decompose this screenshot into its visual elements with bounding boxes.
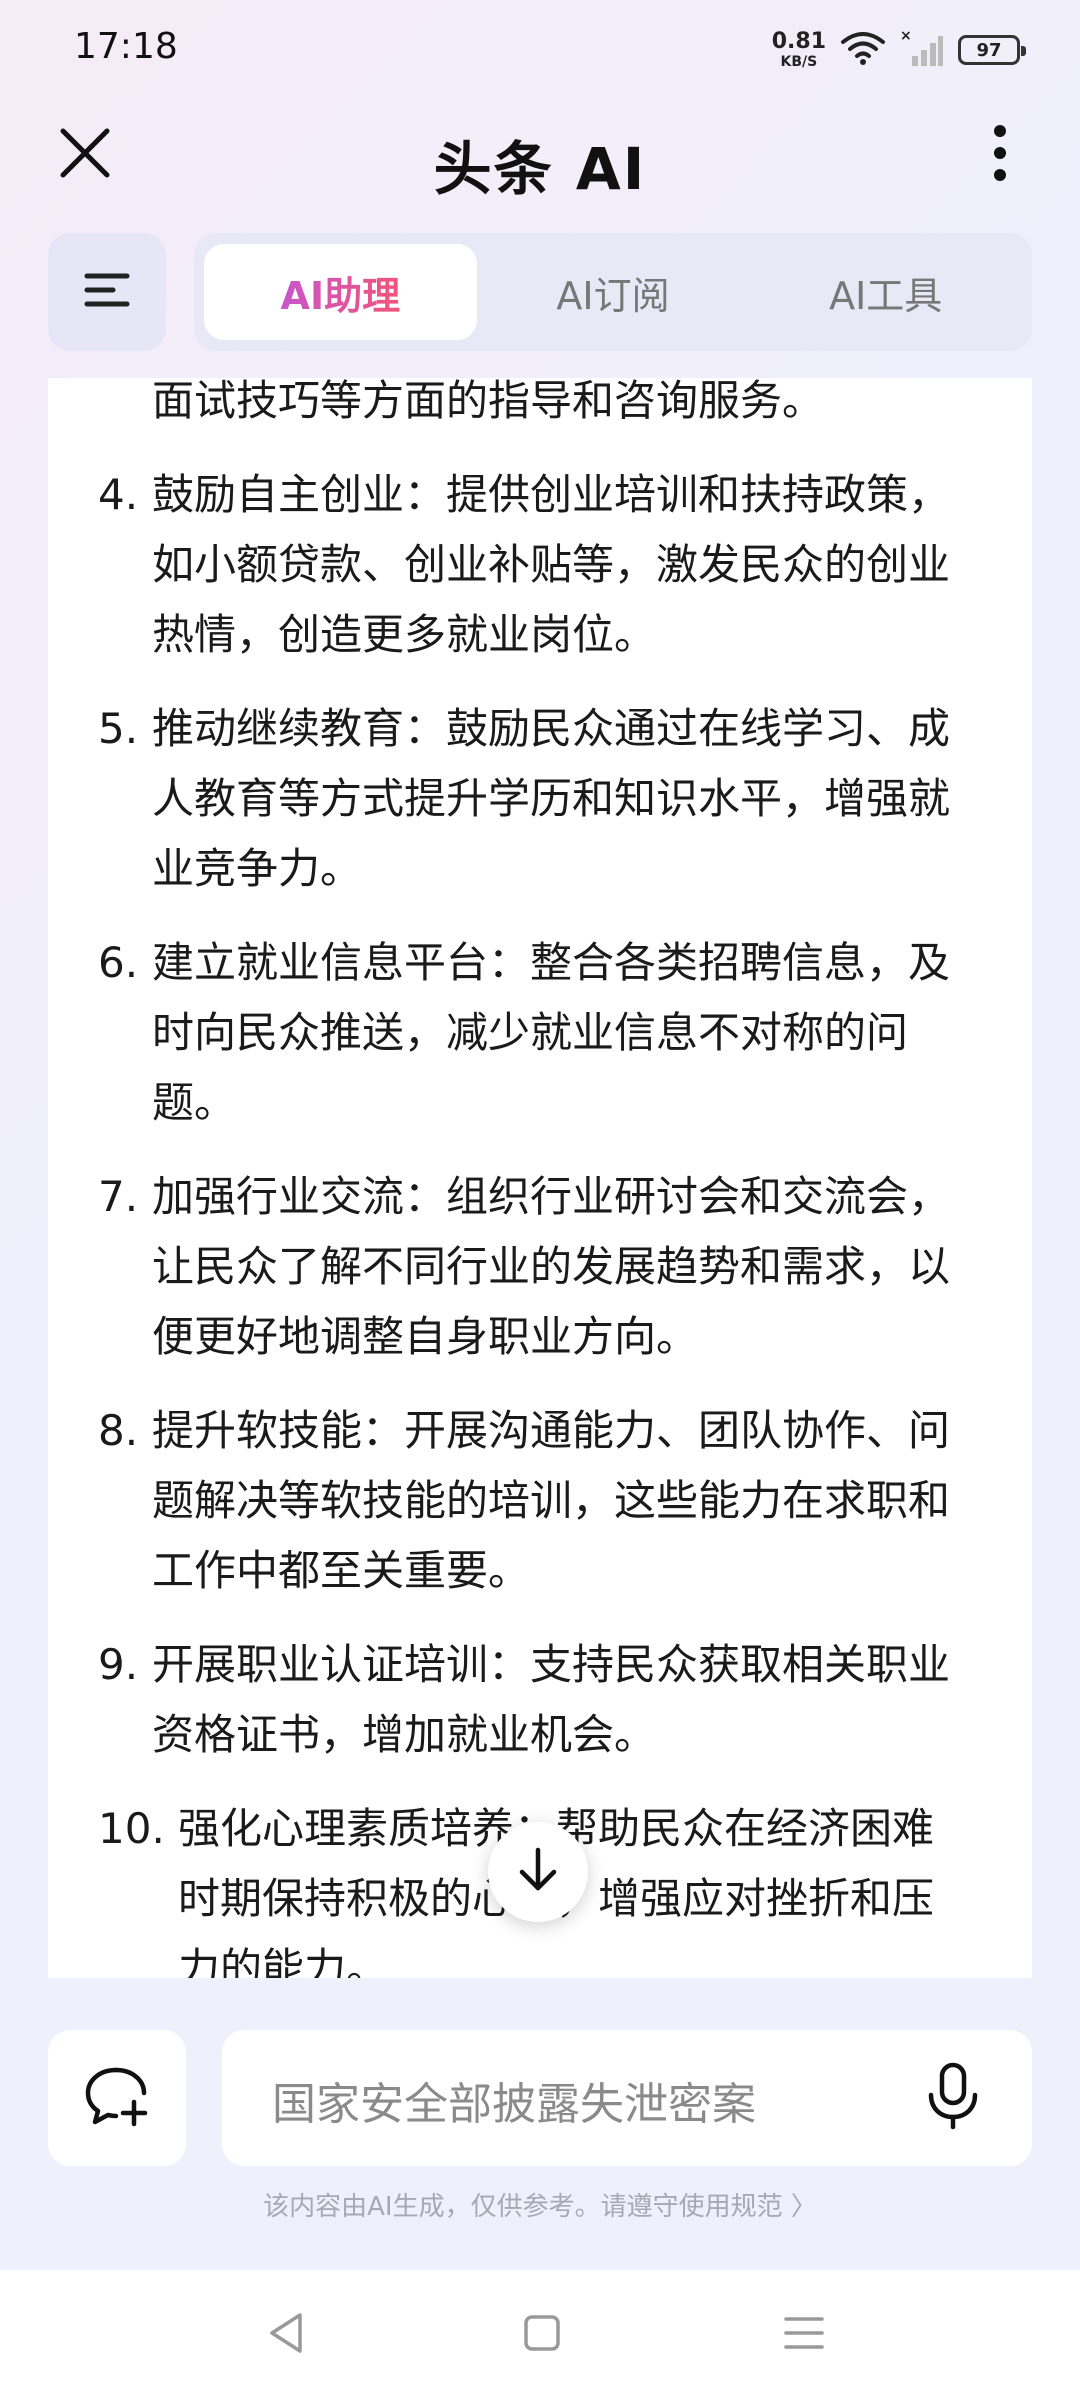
list-item: 6. 建立就业信息平台：整合各类招聘信息，及时向民众推送，减少就业信息不对称的问…	[48, 928, 1032, 1138]
list-number: 6.	[98, 938, 139, 987]
nav-back-button[interactable]	[256, 2310, 316, 2360]
tab-ai-assistant[interactable]: AI助理	[204, 244, 477, 340]
more-vertical-icon	[992, 123, 1008, 187]
list-number: 5.	[98, 704, 139, 753]
list-text: 推动继续教育：鼓励民众通过在线学习、成人教育等方式提升学历和知识水平，增强就业竞…	[152, 704, 951, 893]
status-time: 17:18	[74, 26, 178, 67]
wifi-icon	[840, 30, 886, 70]
header: 头条 AI	[0, 100, 1080, 210]
list-text: 提升软技能：开展沟通能力、团队协作、问题解决等软技能的培训，这些能力在求职和工作…	[152, 1406, 951, 1595]
list-item: 5. 推动继续教育：鼓励民众通过在线学习、成人教育等方式提升学历和知识水平，增强…	[48, 694, 1032, 904]
status-indicators: 0.81 KB/S × 97	[771, 26, 1026, 74]
new-chat-icon	[82, 2064, 152, 2132]
list-item: 7. 加强行业交流：组织行业研讨会和交流会，让民众了解不同行业的发展趋势和需求，…	[48, 1162, 1032, 1372]
tab-label: AI助理	[281, 265, 401, 320]
new-chat-button[interactable]	[48, 2030, 186, 2166]
list-item: 8. 提升软技能：开展沟通能力、团队协作、问题解决等软技能的培训，这些能力在求职…	[48, 1396, 1032, 1606]
voice-input-button[interactable]	[918, 2058, 988, 2138]
battery-icon: 97	[958, 35, 1026, 65]
list-text: 加强行业交流：组织行业研讨会和交流会，让民众了解不同行业的发展趋势和需求，以便更…	[152, 1172, 951, 1361]
list-number: 4.	[98, 470, 139, 519]
tab-label: AI订阅	[556, 273, 670, 318]
net-speed-value: 0.81	[771, 29, 826, 54]
list-item: 4. 鼓励自主创业：提供创业培训和扶持政策，如小额贷款、创业补贴等，激发民众的创…	[48, 460, 1032, 670]
list-text: 建立就业信息平台：整合各类招聘信息，及时向民众推送，减少就业信息不对称的问题。	[152, 938, 951, 1127]
svg-text:×: ×	[900, 28, 912, 44]
mic-icon	[925, 2061, 981, 2135]
arrow-down-icon	[516, 1846, 560, 1898]
chat-response[interactable]: 面试技巧等方面的指导和咨询服务。 4. 鼓励自主创业：提供创业培训和扶持政策，如…	[48, 378, 1032, 1978]
list-number: 8.	[98, 1406, 139, 1455]
list-text: 开展职业认证培训：支持民众获取相关职业资格证书，增加就业机会。	[152, 1640, 951, 1759]
net-speed-unit: KB/S	[780, 54, 818, 70]
network-speed: 0.81 KB/S	[771, 29, 826, 70]
list-number: 7.	[98, 1172, 139, 1221]
menu-button[interactable]	[48, 233, 166, 351]
tab-ai-subscription[interactable]: AI订阅	[477, 244, 750, 340]
list-number: 10.	[98, 1804, 165, 1853]
ai-disclaimer[interactable]: 该内容由AI生成，仅供参考。请遵守使用规范 〉	[0, 2186, 1080, 2223]
signal-icon: ×	[900, 28, 944, 72]
battery-level: 97	[976, 39, 1002, 61]
nav-recents-button[interactable]	[774, 2310, 834, 2360]
continuation-text: 面试技巧等方面的指导和咨询服务。	[152, 378, 825, 425]
back-triangle-icon	[266, 2311, 306, 2359]
recents-lines-icon	[783, 2313, 825, 2357]
tab-ai-tools[interactable]: AI工具	[749, 244, 1022, 340]
status-bar: 17:18 0.81 KB/S × 97	[0, 0, 1080, 100]
more-button[interactable]	[970, 120, 1030, 190]
nav-home-button[interactable]	[512, 2310, 572, 2360]
app-title: 头条 AI	[433, 135, 647, 203]
tab-label: AI工具	[829, 273, 943, 318]
menu-icon	[83, 270, 131, 314]
list-item: 9. 开展职业认证培训：支持民众获取相关职业资格证书，增加就业机会。	[48, 1630, 1032, 1770]
response-text: 面试技巧等方面的指导和咨询服务。 4. 鼓励自主创业：提供创业培训和扶持政策，如…	[48, 378, 1032, 1978]
scroll-down-button[interactable]	[488, 1822, 588, 1922]
home-square-icon	[522, 2313, 562, 2357]
tab-bar: AI助理 AI订阅 AI工具	[194, 233, 1032, 351]
chat-input-placeholder: 国家安全部披露失泄密案	[272, 2079, 756, 2130]
list-text: 鼓励自主创业：提供创业培训和扶持政策，如小额贷款、创业补贴等，激发民众的创业热情…	[152, 470, 951, 659]
list-number: 9.	[98, 1640, 139, 1689]
system-nav-bar	[0, 2270, 1080, 2400]
chat-input[interactable]: 国家安全部披露失泄密案	[222, 2030, 1032, 2166]
